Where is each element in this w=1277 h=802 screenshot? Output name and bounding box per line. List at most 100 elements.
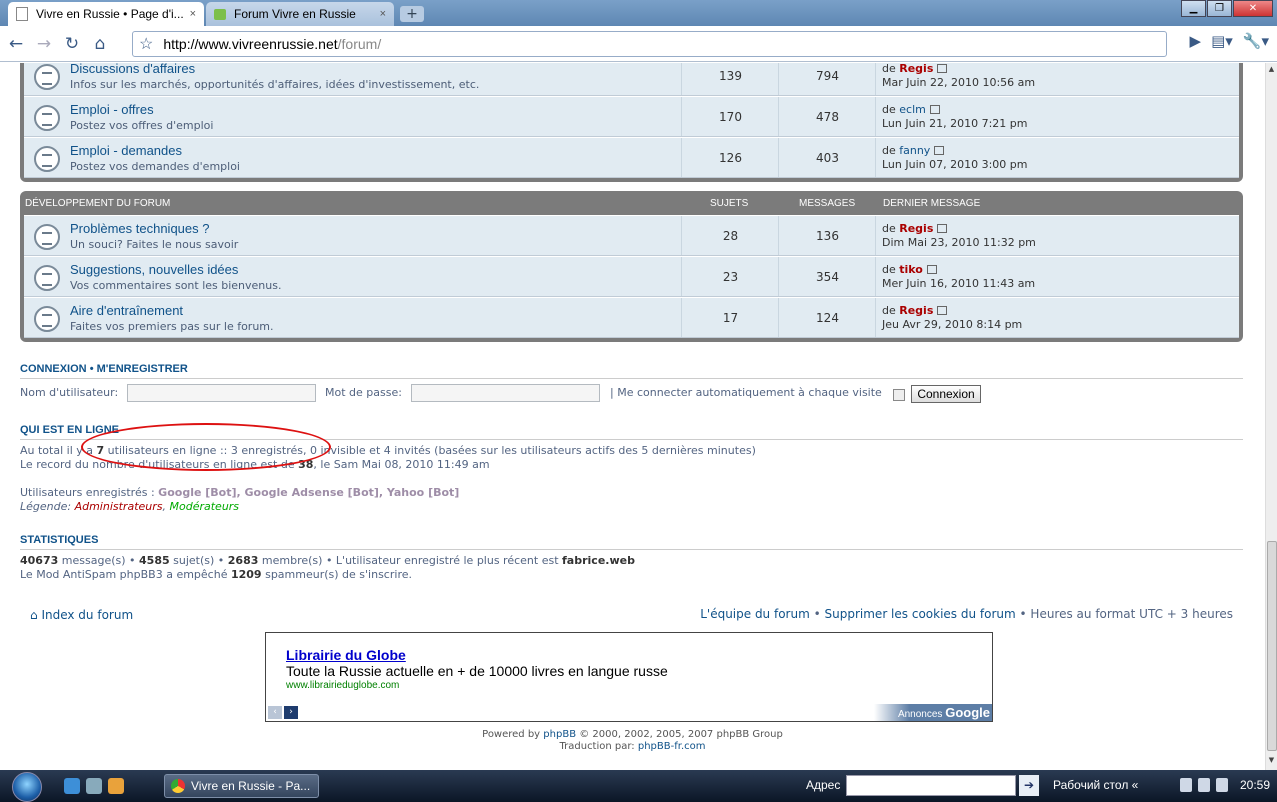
vertical-scrollbar[interactable]: ▲ ▼ bbox=[1265, 63, 1277, 770]
tray-icon[interactable] bbox=[1180, 778, 1192, 792]
username-input[interactable] bbox=[127, 384, 316, 402]
view-latest-post-icon[interactable] bbox=[937, 306, 948, 315]
team-link[interactable]: L'équipe du forum bbox=[700, 607, 810, 621]
url-path: /forum/ bbox=[337, 36, 382, 52]
view-latest-post-icon[interactable] bbox=[926, 265, 937, 274]
forum-title[interactable]: Discussions d'affaires bbox=[70, 63, 195, 76]
last-post-user[interactable]: fanny bbox=[899, 144, 930, 157]
forum-row[interactable]: Aire d'entraînement Faites vos premiers … bbox=[24, 297, 1239, 338]
phpbb-fr-link[interactable]: phpBB-fr.com bbox=[638, 741, 706, 752]
phpbb-link[interactable]: phpBB bbox=[543, 729, 576, 740]
browser-toolbar: ← → ↻ ⌂ ☆ http://www.vivreenrussie.net/f… bbox=[0, 26, 1277, 62]
media-player-icon[interactable] bbox=[108, 778, 124, 794]
scroll-up-icon[interactable]: ▲ bbox=[1266, 65, 1277, 77]
forum-row[interactable]: Suggestions, nouvelles idées Vos comment… bbox=[24, 256, 1239, 297]
category-header: Développement du forum Sujets Messages D… bbox=[24, 191, 1239, 215]
category-title[interactable]: Développement du forum bbox=[25, 198, 170, 209]
new-tab-button[interactable]: + bbox=[400, 6, 424, 22]
posts-header: Messages bbox=[799, 197, 856, 209]
forum-title[interactable]: Suggestions, nouvelles idées bbox=[70, 262, 238, 277]
forward-icon[interactable]: → bbox=[32, 32, 56, 56]
google-ad[interactable]: Librairie du Globe Toute la Russie actue… bbox=[265, 632, 993, 722]
address-toolbar-input[interactable] bbox=[846, 775, 1016, 796]
close-window-button[interactable]: ✕ bbox=[1233, 0, 1273, 17]
tab-vivre-en-russie[interactable]: Vivre en Russie • Page d'i... × bbox=[8, 2, 204, 26]
forum-row[interactable]: Discussions d'affaires Infos sur les mar… bbox=[24, 63, 1239, 96]
last-post: de Regis Mar Juin 22, 2010 10:56 am bbox=[882, 63, 1036, 89]
ad-prev-button[interactable]: ‹ bbox=[268, 706, 282, 719]
ad-nav: ‹ › bbox=[268, 706, 298, 719]
ad-next-button[interactable]: › bbox=[284, 706, 298, 719]
forum-title[interactable]: Emploi - offres bbox=[70, 102, 154, 117]
last-post-user[interactable]: eclm bbox=[899, 103, 926, 116]
view-latest-post-icon[interactable] bbox=[929, 105, 940, 114]
back-icon[interactable]: ← bbox=[4, 32, 28, 56]
forum-title[interactable]: Problèmes techniques ? bbox=[70, 221, 209, 236]
forum-read-icon bbox=[34, 306, 60, 332]
last-post-user[interactable]: Regis bbox=[899, 222, 933, 235]
column-divider bbox=[875, 138, 876, 177]
tab-forum[interactable]: Forum Vivre en Russie × bbox=[206, 2, 394, 26]
start-button[interactable] bbox=[12, 772, 42, 802]
last-post-user[interactable]: Regis bbox=[899, 304, 933, 317]
scrollbar-thumb[interactable] bbox=[1267, 541, 1277, 751]
network-icon[interactable] bbox=[1198, 778, 1210, 792]
address-bar[interactable]: ☆ http://www.vivreenrussie.net/forum/ bbox=[132, 31, 1167, 57]
forum-row[interactable]: Problèmes techniques ? Un souci? Faites … bbox=[24, 215, 1239, 256]
desktop-toolbar-label[interactable]: Рабочий стол « bbox=[1053, 778, 1138, 792]
ad-title[interactable]: Librairie du Globe bbox=[286, 647, 406, 663]
go-icon[interactable]: ▶ bbox=[1190, 32, 1202, 50]
page-menu-icon[interactable]: ▤▾ bbox=[1211, 32, 1233, 50]
taskbar-window-button[interactable]: Vivre en Russie - Pa... bbox=[164, 774, 319, 798]
address-go-icon[interactable]: ➔ bbox=[1019, 775, 1039, 796]
password-input[interactable] bbox=[411, 384, 600, 402]
column-divider bbox=[875, 63, 876, 95]
system-tray bbox=[1180, 778, 1228, 792]
bookmark-star-icon[interactable]: ☆ bbox=[139, 34, 153, 54]
scroll-down-icon[interactable]: ▼ bbox=[1266, 756, 1277, 768]
clock[interactable]: 20:59 bbox=[1240, 778, 1270, 792]
login-button[interactable]: Connexion bbox=[911, 385, 981, 403]
login-link[interactable]: Connexion bbox=[20, 363, 87, 375]
last-post-user[interactable]: Regis bbox=[899, 63, 933, 75]
ie-icon[interactable] bbox=[64, 778, 80, 794]
translation-credit: Traduction par: phpBB-fr.com bbox=[559, 741, 706, 752]
register-link[interactable]: M'enregistrer bbox=[97, 363, 188, 375]
forum-title[interactable]: Emploi - demandes bbox=[70, 143, 182, 158]
home-icon[interactable]: ⌂ bbox=[88, 32, 112, 56]
close-tab-icon[interactable]: × bbox=[380, 8, 386, 20]
tab-title: Forum Vivre en Russie bbox=[234, 7, 356, 21]
column-divider bbox=[875, 298, 876, 337]
topics-count: 139 bbox=[719, 69, 742, 83]
forum-title[interactable]: Aire d'entraînement bbox=[70, 303, 183, 318]
last-post: de fanny Lun Juin 07, 2010 3:00 pm bbox=[882, 144, 1028, 171]
view-latest-post-icon[interactable] bbox=[934, 146, 945, 155]
legend-admins[interactable]: Administrateurs bbox=[75, 500, 163, 513]
forum-row[interactable]: Emploi - demandes Postez vos demandes d'… bbox=[24, 137, 1239, 178]
ad-url[interactable]: www.librairieduglobe.com bbox=[286, 680, 399, 691]
url-host: http://www.vivreenrussie.net bbox=[163, 36, 338, 52]
last-post-user[interactable]: tiko bbox=[899, 263, 923, 276]
bot-users[interactable]: Google [Bot], Google Adsense [Bot], Yaho… bbox=[158, 486, 459, 499]
legend-moderators[interactable]: Modérateurs bbox=[170, 500, 240, 513]
forum-description: Postez vos offres d'emploi bbox=[70, 119, 214, 132]
forum-read-icon bbox=[34, 146, 60, 172]
delete-cookies-link[interactable]: Supprimer les cookies du forum bbox=[825, 607, 1016, 621]
close-tab-icon[interactable]: × bbox=[190, 8, 196, 20]
topics-count: 17 bbox=[722, 311, 739, 325]
show-desktop-icon[interactable] bbox=[86, 778, 102, 794]
index-link[interactable]: ⌂ Index du forum bbox=[30, 608, 133, 622]
reload-icon[interactable]: ↻ bbox=[60, 32, 84, 56]
forum-row[interactable]: Emploi - offres Postez vos offres d'empl… bbox=[24, 96, 1239, 137]
newest-member-link[interactable]: fabrice.web bbox=[562, 554, 635, 567]
minimize-button[interactable]: ▁ bbox=[1181, 0, 1206, 17]
auto-login-checkbox[interactable] bbox=[893, 389, 905, 401]
ads-by-google-badge[interactable]: Annonces Google bbox=[873, 704, 992, 721]
wrench-icon[interactable]: 🔧▾ bbox=[1243, 32, 1269, 50]
volume-icon[interactable] bbox=[1216, 778, 1228, 792]
timezone: • Heures au format UTC + 3 heures bbox=[1019, 607, 1233, 621]
view-latest-post-icon[interactable] bbox=[937, 224, 948, 233]
maximize-button[interactable]: ❐ bbox=[1207, 0, 1232, 17]
registered-users: Utilisateurs enregistrés : Google [Bot],… bbox=[20, 486, 460, 499]
view-latest-post-icon[interactable] bbox=[937, 64, 948, 73]
